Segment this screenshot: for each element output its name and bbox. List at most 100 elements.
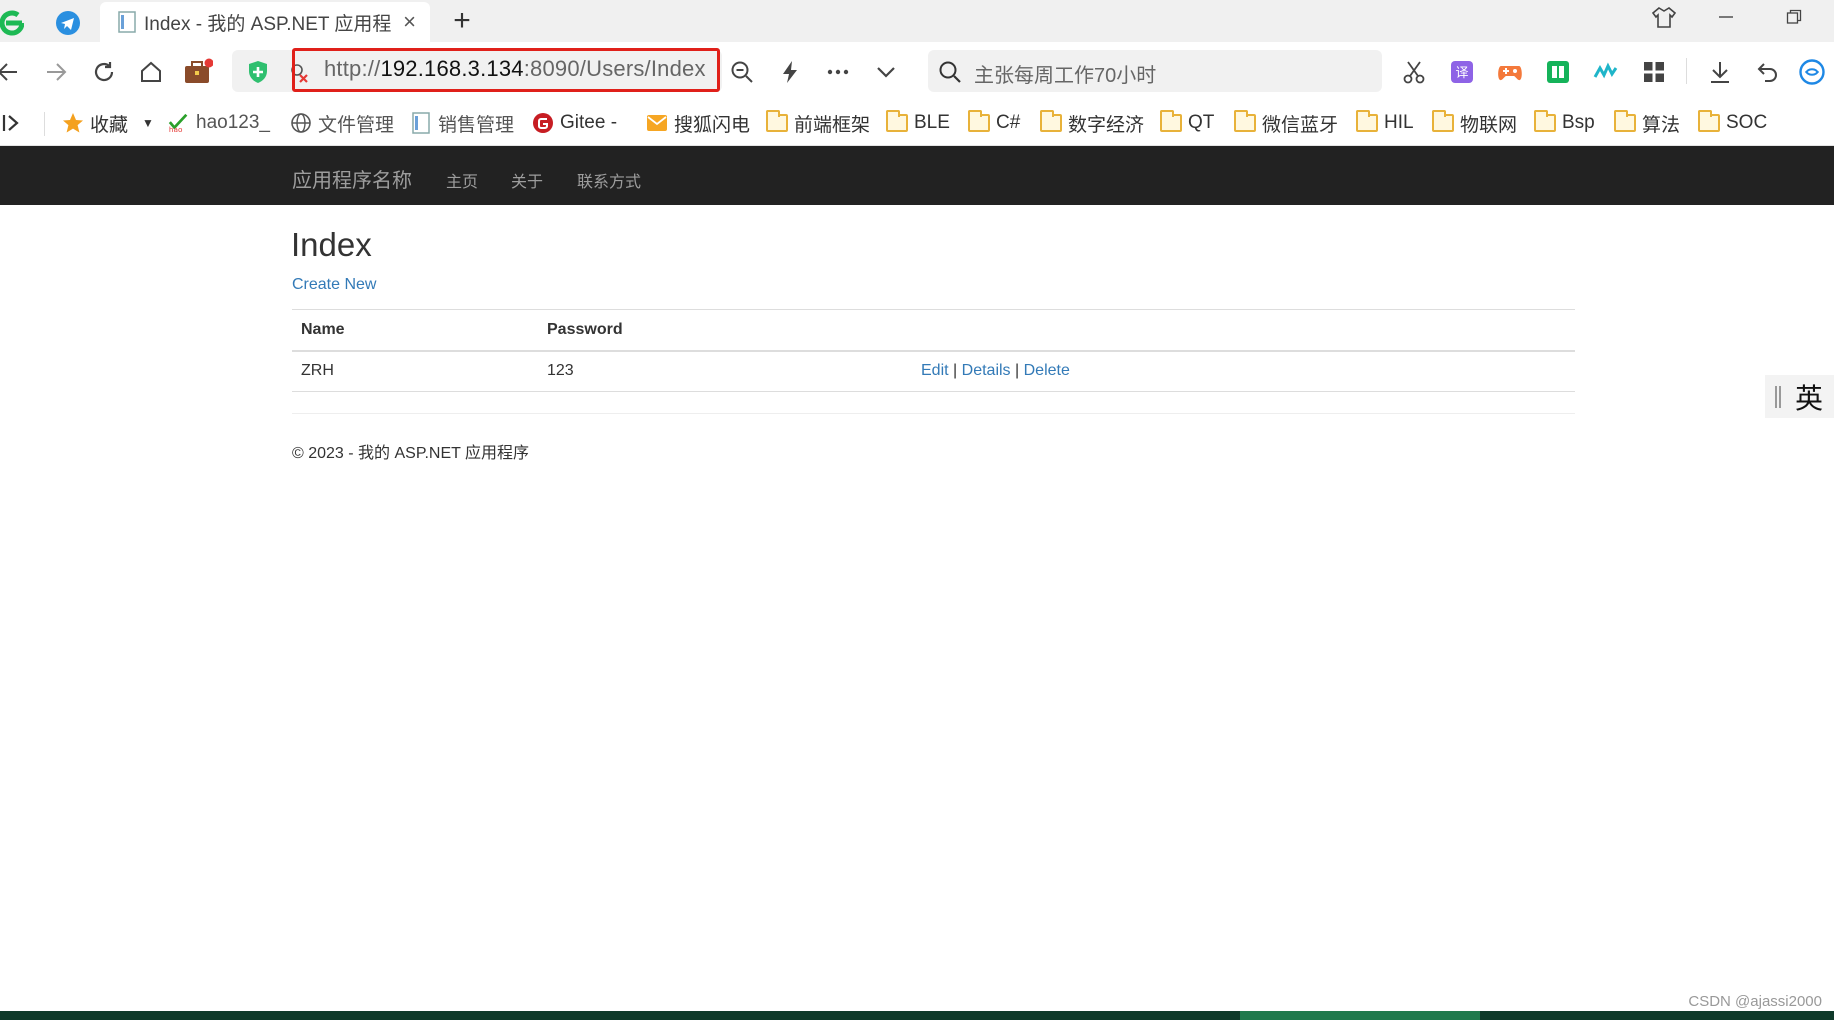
folder-icon xyxy=(1160,110,1182,133)
bookmark-label: 文件管理 xyxy=(318,114,395,136)
bookmark-label: 收藏 xyxy=(90,114,129,136)
security-shield-icon[interactable] xyxy=(238,52,278,92)
bookmark-label: C# xyxy=(996,112,1021,133)
caret-down-icon[interactable]: ▼ xyxy=(142,116,154,130)
folder-icon xyxy=(1234,110,1256,133)
chevron-down-icon[interactable] xyxy=(866,52,906,92)
folder-icon xyxy=(1698,110,1720,133)
tab-active[interactable]: Index - 我的 ASP.NET 应用程 × xyxy=(100,2,430,42)
page-title: Index xyxy=(291,226,372,263)
ime-mode-label: 英 xyxy=(1795,382,1824,414)
bookmark-folder-ble[interactable]: BLE xyxy=(886,110,950,136)
toolbar-divider xyxy=(1686,58,1687,84)
folder-icon xyxy=(1614,110,1636,133)
svg-text:译: 译 xyxy=(1455,66,1468,81)
restore-icon[interactable] xyxy=(1774,2,1814,32)
bookmark-item-gitee[interactable]: Gitee - xyxy=(532,110,617,136)
more-icon[interactable] xyxy=(818,52,858,92)
bookmark-folder-soc[interactable]: SOC xyxy=(1698,110,1767,136)
nav-link-about[interactable]: 关于 xyxy=(511,168,543,192)
create-new-link[interactable]: Create New xyxy=(292,276,376,294)
bookmark-folder-iot[interactable]: 物联网 xyxy=(1432,110,1517,136)
delete-link[interactable]: Delete xyxy=(1024,362,1070,379)
zoom-icon[interactable] xyxy=(722,52,762,92)
download-icon[interactable] xyxy=(1700,52,1740,92)
url-scheme: http:// xyxy=(324,56,381,81)
bookmark-folder-digital-economy[interactable]: 数字经济 xyxy=(1040,110,1144,136)
details-link[interactable]: Details xyxy=(962,362,1011,379)
action-separator: | xyxy=(953,362,958,380)
folder-icon xyxy=(1534,110,1556,133)
bookmark-item-file-manager[interactable]: 文件管理 xyxy=(290,110,394,136)
bookmark-label: 物联网 xyxy=(1460,114,1518,136)
scissors-icon[interactable] xyxy=(1394,52,1434,92)
reload-icon[interactable] xyxy=(84,52,124,92)
edge-sync-icon[interactable] xyxy=(1792,52,1832,92)
bookmark-label: Bsp xyxy=(1562,112,1595,133)
folder-icon xyxy=(766,110,788,133)
bookmark-label: 算法 xyxy=(1642,114,1681,136)
toolbox-icon[interactable] xyxy=(178,52,218,92)
sidebar-toggle-icon[interactable] xyxy=(2,110,20,136)
ime-drag-handle[interactable] xyxy=(1775,385,1781,408)
edit-link[interactable]: Edit xyxy=(921,362,949,379)
apps-grid-icon[interactable] xyxy=(1634,52,1674,92)
action-separator: | xyxy=(1015,362,1020,380)
bookmarks-bar: 收藏 ▼ hao hao123_ 文件管理 销售管理 Gitee - 搜狐闪电 … xyxy=(0,100,1834,146)
nav-link-contact[interactable]: 联系方式 xyxy=(577,168,641,192)
new-tab-button[interactable]: + xyxy=(446,4,478,38)
reader-icon[interactable] xyxy=(1538,52,1578,92)
taskbar-active-indicator xyxy=(1240,1011,1480,1020)
browser-logo-icon[interactable] xyxy=(0,4,24,42)
lightning-icon[interactable] xyxy=(770,52,810,92)
forward-icon[interactable] xyxy=(36,52,76,92)
home-icon[interactable] xyxy=(131,52,171,92)
nav-link-home[interactable]: 主页 xyxy=(446,168,478,192)
undo-icon[interactable] xyxy=(1748,52,1788,92)
game-icon[interactable] xyxy=(1490,52,1530,92)
bookmark-folder-algorithm[interactable]: 算法 xyxy=(1614,110,1680,136)
tab-close-icon[interactable]: × xyxy=(403,11,416,33)
footer-copyright: © 2023 - 我的 ASP.NET 应用程序 xyxy=(292,445,530,462)
taskbar-edge xyxy=(0,1011,1834,1020)
bookmark-folder-csharp[interactable]: C# xyxy=(968,110,1020,136)
skin-icon[interactable] xyxy=(1644,2,1684,32)
bookmark-label: HIL xyxy=(1384,112,1414,133)
back-icon[interactable] xyxy=(0,52,28,92)
bookmark-item-sohu[interactable]: 搜狐闪电 xyxy=(646,110,750,136)
wave-icon[interactable] xyxy=(1586,52,1626,92)
bookmark-item-favorites[interactable]: 收藏 ▼ xyxy=(62,110,154,136)
column-header-password: Password xyxy=(538,309,912,352)
cell-password: 123 xyxy=(538,350,912,392)
page-favicon-icon xyxy=(118,11,136,33)
footer-divider xyxy=(292,413,1575,414)
bookmark-folder-hil[interactable]: HIL xyxy=(1356,110,1414,136)
bookmark-label: SOC xyxy=(1726,112,1768,133)
bookmark-label: 销售管理 xyxy=(438,114,515,136)
pinned-tab-telegram-icon[interactable] xyxy=(52,4,84,42)
star-icon xyxy=(62,113,84,133)
users-table: Name Password ZRH 123 Edit | Details | D… xyxy=(292,309,1575,392)
folder-icon xyxy=(1432,110,1454,133)
minimize-icon[interactable] xyxy=(1706,2,1746,32)
site-brand-link[interactable]: 应用程序名称 xyxy=(292,164,412,193)
bookmark-folder-bsp[interactable]: Bsp xyxy=(1534,110,1595,136)
search-icon xyxy=(930,52,970,92)
bookmark-label: BLE xyxy=(914,112,950,133)
url-text[interactable]: http://192.168.3.134:8090/Users/Index xyxy=(324,56,706,82)
table-row: ZRH 123 Edit | Details | Delete xyxy=(292,350,1575,392)
browser-tab-strip: Index - 我的 ASP.NET 应用程 × + xyxy=(0,0,1834,42)
bookmark-folder-frontend[interactable]: 前端框架 xyxy=(766,110,870,136)
bookmark-item-sales[interactable]: 销售管理 xyxy=(410,110,514,136)
bookmark-folder-wechat-ble[interactable]: 微信蓝牙 xyxy=(1234,110,1338,136)
translate-icon[interactable]: 译 xyxy=(1442,52,1482,92)
gitee-icon xyxy=(532,113,554,133)
bookmark-folder-qt[interactable]: QT xyxy=(1160,110,1214,136)
search-placeholder: 主张每周工作70小时 xyxy=(974,65,1157,87)
bookmark-item-hao123[interactable]: hao hao123_ xyxy=(168,110,270,136)
bookmark-label: Gitee - xyxy=(560,112,618,133)
globe-icon xyxy=(290,113,312,133)
column-header-name: Name xyxy=(292,309,538,352)
ime-language-indicator[interactable]: 英 xyxy=(1765,375,1834,418)
folder-icon xyxy=(968,110,990,133)
